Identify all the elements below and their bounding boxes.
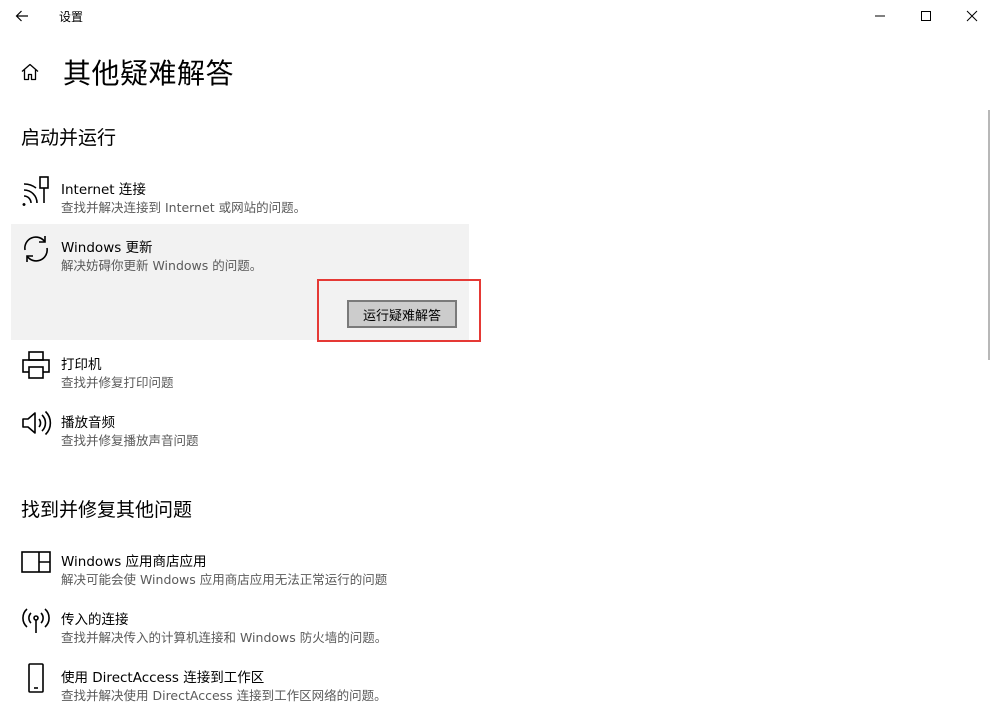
minimize-button[interactable]: [857, 0, 903, 32]
troubleshooter-playing-audio[interactable]: 播放音频 查找并修复播放声音问题: [11, 402, 469, 454]
troubleshooter-windows-update[interactable]: Windows 更新 解决妨碍你更新 Windows 的问题。 运行疑难解答: [11, 224, 469, 340]
printer-icon: [19, 348, 53, 382]
troubleshooter-incoming-connections[interactable]: 传入的连接 查找并解决传入的计算机连接和 Windows 防火墙的问题。: [11, 599, 469, 651]
page-title: 其他疑难解答: [63, 57, 235, 90]
troubleshooter-directaccess[interactable]: 使用 DirectAccess 连接到工作区 查找并解决使用 DirectAcc…: [11, 657, 469, 709]
maximize-icon: [920, 10, 932, 22]
item-description: 查找并解决连接到 Internet 或网站的问题。: [61, 200, 307, 215]
page-header: 其他疑难解答: [20, 52, 234, 92]
item-label: 传入的连接: [61, 612, 129, 628]
item-label: Windows 更新: [61, 240, 153, 256]
close-button[interactable]: [949, 0, 993, 32]
network-icon: [19, 174, 53, 208]
section-title-get-up-and-running: 启动并运行: [21, 127, 117, 149]
close-icon: [966, 10, 978, 22]
item-label: 打印机: [61, 357, 102, 373]
speaker-icon: [19, 406, 53, 440]
run-troubleshooter-button[interactable]: 运行疑难解答: [347, 300, 457, 328]
item-description: 查找并修复打印问题: [61, 375, 174, 390]
item-label: Windows 应用商店应用: [61, 554, 207, 570]
phone-icon: [19, 661, 53, 695]
sync-icon: [19, 232, 53, 266]
troubleshooter-windows-store-apps[interactable]: Windows 应用商店应用 解决可能会使 Windows 应用商店应用无法正常…: [11, 541, 469, 593]
item-description: 查找并修复播放声音问题: [61, 433, 199, 448]
item-label: 使用 DirectAccess 连接到工作区: [61, 670, 265, 686]
home-icon[interactable]: [20, 61, 42, 83]
section-title-find-and-fix-other-problems: 找到并修复其他问题: [21, 499, 193, 521]
item-description: 解决妨碍你更新 Windows 的问题。: [61, 258, 263, 273]
item-description: 查找并解决使用 DirectAccess 连接到工作区网络的问题。: [61, 688, 387, 703]
item-description: 查找并解决传入的计算机连接和 Windows 防火墙的问题。: [61, 630, 388, 645]
troubleshooter-printer[interactable]: 打印机 查找并修复打印问题: [11, 344, 469, 396]
maximize-button[interactable]: [903, 0, 949, 32]
wireless-icon: [19, 603, 53, 637]
item-description: 解决可能会使 Windows 应用商店应用无法正常运行的问题: [61, 572, 388, 587]
scrollbar[interactable]: [988, 110, 990, 360]
app-title: 设置: [59, 10, 84, 24]
store-app-icon: [19, 545, 53, 579]
troubleshooter-internet-connections[interactable]: Internet 连接 查找并解决连接到 Internet 或网站的问题。: [11, 168, 469, 220]
item-label: Internet 连接: [61, 182, 146, 198]
title-bar: 设置: [0, 0, 993, 32]
back-arrow-icon: [15, 10, 29, 22]
back-button[interactable]: [8, 2, 36, 30]
minimize-icon: [874, 10, 886, 22]
item-label: 播放音频: [61, 415, 115, 431]
